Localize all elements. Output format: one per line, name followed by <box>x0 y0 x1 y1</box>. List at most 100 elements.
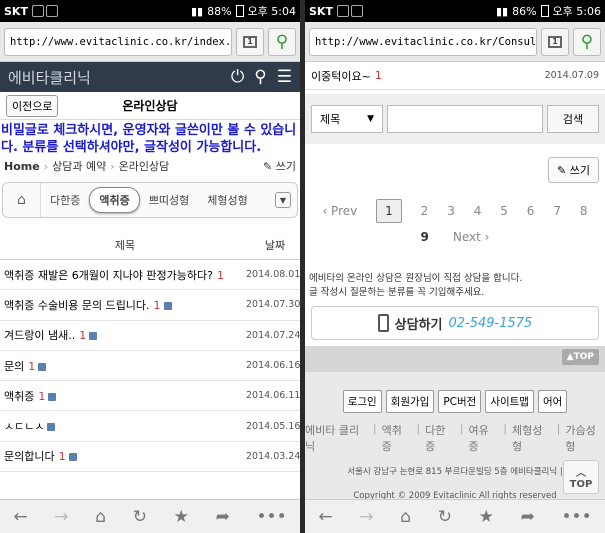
home-icon[interactable]: ⌂ <box>400 507 411 527</box>
search-field-select[interactable]: 제목 ▼ <box>311 105 383 133</box>
tab-count: 1 <box>243 35 257 48</box>
footer-button[interactable]: 어어 <box>537 390 568 413</box>
footer-button[interactable]: 로그인 <box>342 390 382 413</box>
more-icon[interactable]: ••• <box>257 507 287 527</box>
back-button[interactable]: 이전으로 <box>6 94 59 117</box>
scroll-top-button[interactable]: ︿ TOP <box>563 460 599 494</box>
list-item[interactable]: 이중턱이요~ 1 2014.07.09 <box>305 62 605 90</box>
prev-link[interactable]: ‹ Prev <box>322 204 357 218</box>
home-icon[interactable]: ⌂ <box>95 507 106 527</box>
forward-icon[interactable]: → <box>359 507 373 527</box>
footer-link[interactable]: 액취증 <box>382 422 412 454</box>
separator: | <box>556 422 561 435</box>
url-field[interactable]: http://www.evitaclinic.co.kr/Consult ↻ <box>309 27 537 56</box>
forward-icon[interactable]: → <box>54 507 68 527</box>
url-field[interactable]: http://www.evitaclinic.co.kr/index.p… ↻ <box>4 27 232 56</box>
page-link-active[interactable]: 1 <box>376 199 402 223</box>
column-title: 제목 <box>114 238 136 252</box>
share-icon[interactable]: ➦ <box>521 507 535 527</box>
tabs-button[interactable]: 1 <box>541 27 569 56</box>
search-button[interactable]: 검색 <box>547 105 599 133</box>
page-link[interactable]: 9 <box>421 230 429 244</box>
footer-button[interactable]: PC버전 <box>438 390 482 413</box>
footer: 로그인 회원가입 PC버전 사이트맵 어어 에비타 클리닉 | 액취증 | 다한증 | 여유증 | 체형… <box>305 372 605 501</box>
page-link[interactable]: 8 <box>580 204 588 218</box>
post-title: ㅅㄷㄴㅅ <box>4 418 246 434</box>
clock: 오후 5:06 <box>552 5 601 18</box>
page-link[interactable]: 6 <box>527 204 535 218</box>
table-row[interactable]: 액취증 1 2014.06.11 <box>0 381 300 412</box>
footer-button[interactable]: 회원가입 <box>385 390 435 413</box>
write-label: 쓰기 <box>275 160 296 173</box>
page-link[interactable]: 4 <box>474 204 482 218</box>
category-tab-active[interactable]: 액취증 <box>89 187 140 213</box>
reload-icon[interactable]: ↻ <box>133 507 147 527</box>
footer-address: 서울시 강남구 논현로 815 부르다운빌딩 5층 에비타클리닉 | <box>347 467 563 477</box>
bookmark-icon[interactable]: ★ <box>174 507 189 527</box>
site-logo[interactable]: 에비타클리닉 <box>8 67 91 88</box>
share-icon[interactable]: ➦ <box>216 507 230 527</box>
category-tab[interactable]: 다한증 <box>41 192 89 208</box>
footer-link[interactable]: 다한증 <box>425 422 455 454</box>
breadcrumb: Home › 상담과 예약 › 온라인상담 ✎ 쓰기 <box>4 158 296 174</box>
pagination: ‹ Prev 1 2 3 4 5 6 7 8 9 Next › <box>305 198 605 250</box>
pencil-icon: ✎ <box>557 164 567 177</box>
browser-bottom-nav: ← → ⌂ ↻ ★ ➦ ••• <box>305 499 605 533</box>
call-button[interactable]: 상담하기 02-549-1575 <box>311 306 599 340</box>
breadcrumb-home[interactable]: Home <box>4 160 40 173</box>
phone-number: 02-549-1575 <box>448 315 533 331</box>
menu-icon[interactable]: ☰ <box>277 67 292 87</box>
notification-icon <box>350 5 363 17</box>
top-button[interactable]: ▲TOP <box>561 349 599 365</box>
back-icon[interactable]: ← <box>318 507 332 527</box>
home-icon[interactable]: ⌂ <box>3 183 41 217</box>
footer-link[interactable]: 에비타 클리닉 <box>305 422 368 454</box>
footer-button[interactable]: 사이트맵 <box>485 390 534 413</box>
separator: | <box>372 422 377 435</box>
page-link[interactable]: 3 <box>447 204 455 218</box>
more-icon[interactable]: ••• <box>562 507 592 527</box>
write-button[interactable]: ✎ 쓰기 <box>548 157 599 183</box>
footer-link[interactable]: 가슴성형 <box>565 422 605 454</box>
search-icon[interactable]: ⚲ <box>254 67 266 87</box>
tabs-button[interactable]: 1 <box>236 27 264 56</box>
search-input[interactable] <box>387 105 543 133</box>
reload-icon[interactable]: ↻ <box>438 507 452 527</box>
table-row[interactable]: 겨드랑이 냄새.. 1 2014.07.24 <box>0 321 300 351</box>
intro-line: 에비타의 온라인 상담은 원장님이 직접 상담을 합니다. <box>309 273 523 284</box>
footer-link[interactable]: 체형성형 <box>512 422 552 454</box>
table-row[interactable]: 액취증 재발은 6개월이 지나야 판정가능하다? 1 2014.08.01 <box>0 260 300 291</box>
search-icon[interactable]: ⚲ <box>268 27 296 56</box>
page-link[interactable]: 5 <box>500 204 508 218</box>
breadcrumb-level1[interactable]: 상담과 예약 <box>52 158 106 174</box>
table-row[interactable]: 문의합니다 1 2014.03.24 <box>0 442 300 473</box>
post-title-text: ㅅㄷㄴㅅ <box>4 420 45 434</box>
table-row[interactable]: ㅅㄷㄴㅅ 2014.05.16 <box>0 411 300 442</box>
table-row[interactable]: 문의 1 2014.06.16 <box>0 351 300 382</box>
lock-icon <box>48 392 57 401</box>
chevron-down-icon[interactable]: ▼ <box>275 192 291 208</box>
write-button[interactable]: ✎ 쓰기 <box>263 158 296 174</box>
post-title: 문의합니다 1 <box>4 448 246 464</box>
category-tab[interactable]: 쁘띠성형 <box>140 192 198 208</box>
notification-icon <box>31 5 44 17</box>
footer-link[interactable]: 여유증 <box>469 422 499 454</box>
comment-count: 1 <box>153 298 161 312</box>
sub-header: 이전으로 온라인상담 <box>0 92 300 120</box>
table-row[interactable]: 액취증 수술비용 문의 드립니다. 1 2014.07.30 <box>0 290 300 321</box>
breadcrumb-level2[interactable]: 온라인상담 <box>119 158 170 174</box>
page-link[interactable]: 7 <box>553 204 561 218</box>
left-screen: SKT ▮▮ 88% 오후 5:04 http://www.evitaclini… <box>0 0 300 533</box>
signal-icon: ▮▮ <box>190 4 204 18</box>
search-form: 제목 ▼ 검색 <box>305 94 605 144</box>
bookmark-icon[interactable]: ★ <box>479 507 494 527</box>
back-icon[interactable]: ← <box>13 507 27 527</box>
category-tab[interactable]: 체형성형 <box>198 192 256 208</box>
status-bar: SKT ▮▮ 88% 오후 5:04 <box>0 0 300 22</box>
lock-icon <box>68 453 77 462</box>
search-icon[interactable]: ⚲ <box>573 27 601 56</box>
power-icon[interactable]: ⏻ <box>231 67 244 87</box>
page-link[interactable]: 2 <box>421 204 429 218</box>
post-date: 2014.06.11 <box>246 390 300 402</box>
next-link[interactable]: Next › <box>453 230 490 244</box>
